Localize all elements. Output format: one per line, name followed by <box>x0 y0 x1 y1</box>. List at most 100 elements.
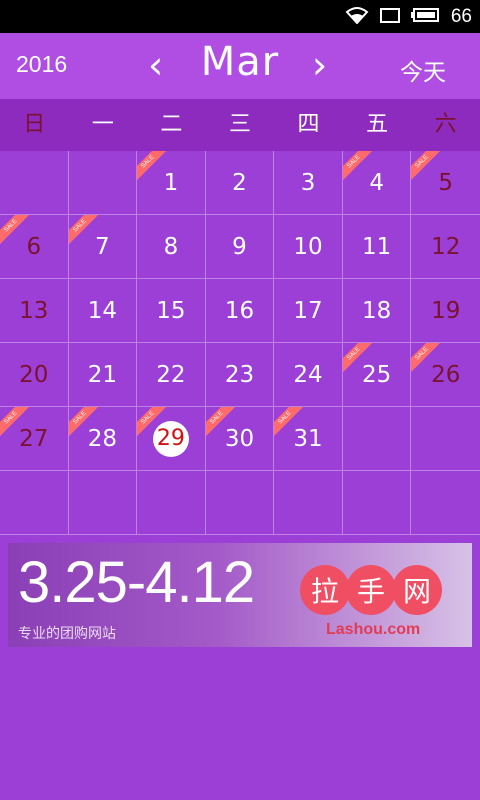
status-bar: 66 <box>0 0 480 33</box>
day-number: 28 <box>87 425 117 452</box>
weekday-mon: 一 <box>91 112 114 137</box>
calendar-day[interactable]: 15 <box>137 279 206 343</box>
battery-level: 66 <box>450 5 472 27</box>
calendar-day[interactable]: 18 <box>342 279 412 343</box>
day-number: 10 <box>293 233 323 260</box>
calendar-day[interactable]: SALE 29 <box>137 407 206 471</box>
calendar-empty-cell <box>274 471 343 535</box>
day-number: 30 <box>224 425 255 452</box>
day-number: 17 <box>293 297 323 324</box>
weekday-sun: 日 <box>23 112 46 137</box>
day-number: 16 <box>224 297 255 324</box>
today-marker: 29 <box>152 420 189 457</box>
day-number: 15 <box>156 297 186 324</box>
day-number: 24 <box>293 361 323 388</box>
calendar-day[interactable]: 19 <box>411 279 480 343</box>
calendar-empty-cell <box>68 471 138 535</box>
banner-slogan: 专业的团购网站 <box>18 626 116 642</box>
calendar-day[interactable]: SALE 27 <box>0 407 69 471</box>
today-button[interactable]: 今天 <box>400 53 446 87</box>
prev-month-button[interactable]: ‹ <box>148 43 163 87</box>
calendar-day[interactable]: 2 <box>205 151 275 215</box>
day-number: 21 <box>87 361 117 388</box>
calendar-empty-cell <box>137 471 206 535</box>
battery-icon <box>410 6 441 28</box>
calendar-empty-cell <box>411 407 480 471</box>
day-number: 1 <box>163 169 179 196</box>
next-month-button[interactable]: › <box>312 43 327 87</box>
weekday-tue: 二 <box>160 112 183 137</box>
day-number: 13 <box>19 297 49 324</box>
calendar-day[interactable]: 21 <box>68 343 138 407</box>
day-number: 6 <box>26 233 42 260</box>
day-number: 22 <box>156 361 186 388</box>
lashou-logo: 拉 手 网 <box>300 565 442 615</box>
calendar-day[interactable]: SALE 1 <box>137 151 206 215</box>
calendar-empty-cell <box>342 407 412 471</box>
calendar-day[interactable]: 22 <box>137 343 206 407</box>
calendar-day[interactable]: 24 <box>274 343 343 407</box>
recent-apps-icon[interactable] <box>379 6 401 28</box>
calendar-empty-cell <box>342 471 412 535</box>
logo-char: 网 <box>392 565 442 615</box>
calendar-day[interactable]: 3 <box>274 151 343 215</box>
calendar-header: 2016 Mar ‹ › 今天 <box>0 33 480 99</box>
day-number: 23 <box>224 361 255 388</box>
day-number: 2 <box>232 169 247 196</box>
calendar-day[interactable]: SALE 26 <box>411 343 480 407</box>
day-number: 9 <box>232 233 247 260</box>
day-number: 14 <box>87 297 117 324</box>
calendar-day[interactable]: SALE 5 <box>411 151 480 215</box>
calendar-grid: SALE 1 2 3 SALE 4 SALE 5 SALE 6 SALE 7 8 9 10 11 12 13 14 1… <box>0 151 480 535</box>
weekday-header: 日 一 二 三 四 五 六 <box>0 99 480 151</box>
calendar-empty-cell <box>205 471 275 535</box>
weekday-fri: 五 <box>366 112 389 137</box>
logo-char: 手 <box>346 565 396 615</box>
weekday-thu: 四 <box>297 112 320 137</box>
day-number: 31 <box>293 425 323 452</box>
calendar-day[interactable]: SALE 4 <box>342 151 412 215</box>
logo-url: Lashou.com <box>326 621 421 638</box>
calendar-empty-cell <box>68 151 138 215</box>
day-number: 11 <box>361 233 392 260</box>
calendar-day[interactable]: 9 <box>205 215 275 279</box>
calendar-empty-cell <box>411 471 480 535</box>
calendar-day[interactable]: SALE 30 <box>205 407 275 471</box>
calendar-day[interactable]: 8 <box>137 215 206 279</box>
calendar-day[interactable]: 13 <box>0 279 69 343</box>
calendar-day[interactable]: SALE 31 <box>274 407 343 471</box>
calendar-day[interactable]: 16 <box>205 279 275 343</box>
calendar-day[interactable]: SALE 28 <box>68 407 138 471</box>
calendar-day[interactable]: SALE 7 <box>68 215 138 279</box>
day-number: 25 <box>361 361 392 388</box>
calendar-day[interactable]: SALE 6 <box>0 215 69 279</box>
banner-dates: 3.25-4.12 <box>18 550 255 615</box>
day-number: 12 <box>431 233 461 260</box>
day-number: 18 <box>361 297 392 324</box>
calendar-day[interactable]: 14 <box>68 279 138 343</box>
promo-banner[interactable]: 3.25-4.12 专业的团购网站 拉 手 网 Lashou.com <box>8 543 472 647</box>
status-icons: 66 <box>345 0 472 33</box>
weekday-wed: 三 <box>228 112 251 137</box>
day-number: 7 <box>95 233 110 260</box>
logo-char: 拉 <box>300 565 350 615</box>
day-number: 4 <box>369 169 384 196</box>
calendar-day[interactable]: 20 <box>0 343 69 407</box>
weekday-sat: 六 <box>434 112 457 137</box>
day-number: 5 <box>438 169 454 196</box>
calendar-empty-cell <box>0 151 69 215</box>
calendar-day[interactable]: SALE 25 <box>342 343 412 407</box>
calendar-day[interactable]: 11 <box>342 215 412 279</box>
calendar-day[interactable]: 10 <box>274 215 343 279</box>
day-number: 20 <box>19 361 49 388</box>
day-number: 19 <box>431 297 461 324</box>
day-number: 8 <box>163 233 179 260</box>
calendar-empty-cell <box>0 471 69 535</box>
calendar-day[interactable]: 12 <box>411 215 480 279</box>
calendar-day[interactable]: 17 <box>274 279 343 343</box>
wifi-icon <box>345 6 369 28</box>
day-number: 26 <box>431 361 461 388</box>
day-number: 27 <box>19 425 49 452</box>
calendar-day[interactable]: 23 <box>205 343 275 407</box>
day-number: 3 <box>300 169 316 196</box>
